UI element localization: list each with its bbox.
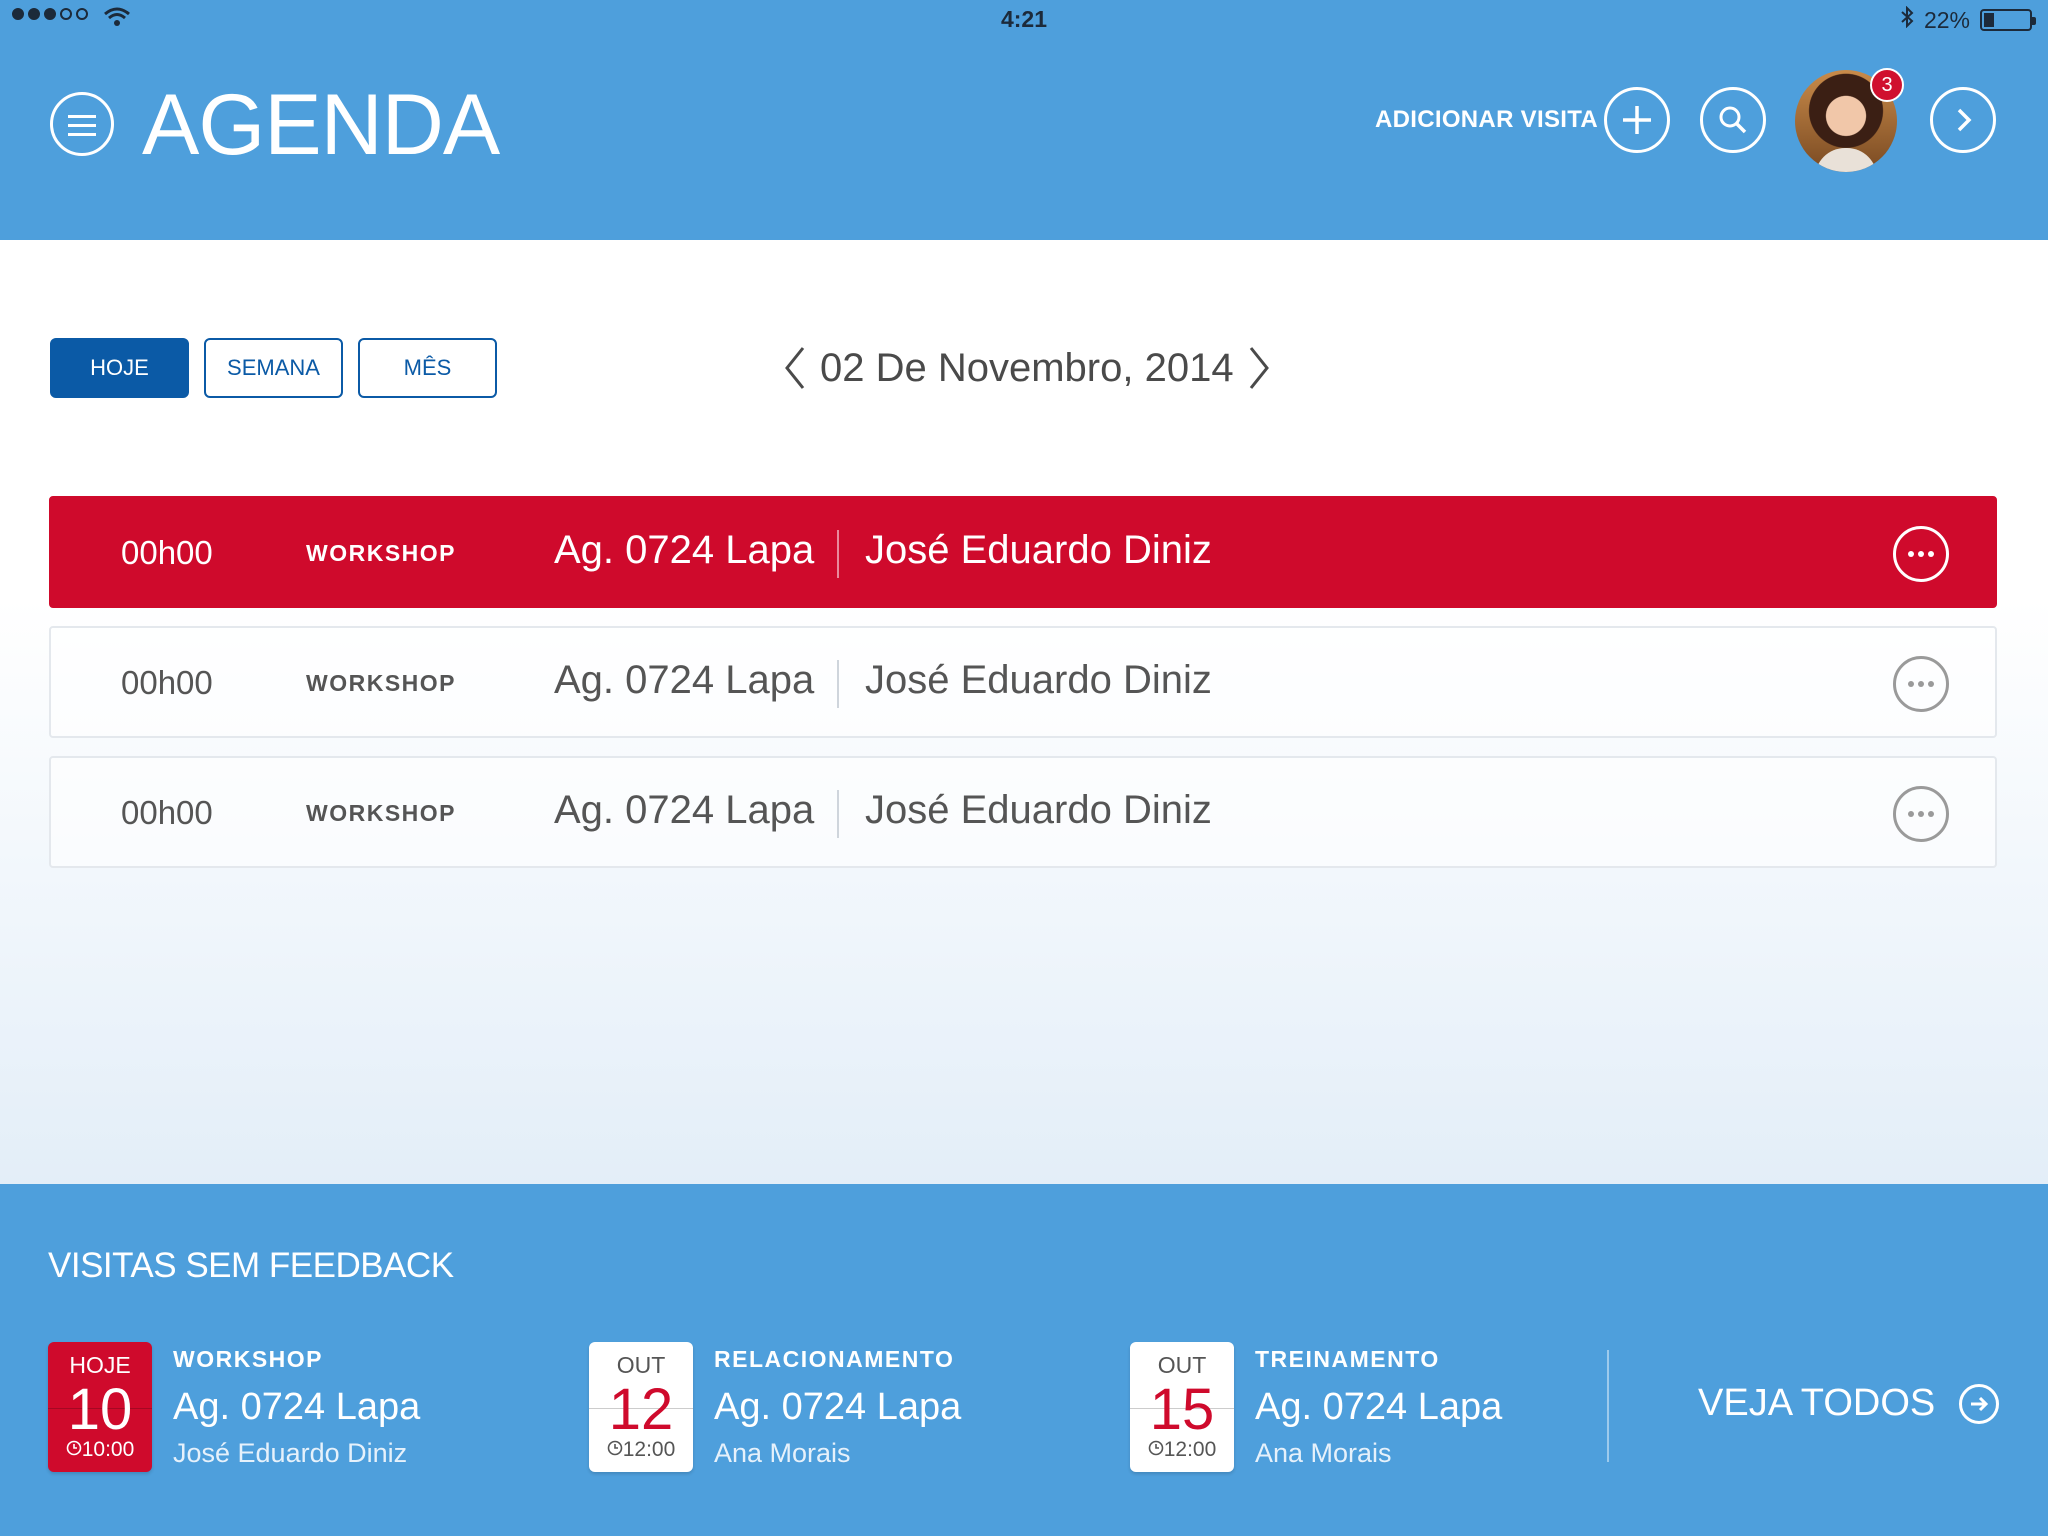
calendar-badge: HOJE 10 10:00: [48, 1342, 152, 1472]
appointment-time: 00h00: [121, 794, 213, 831]
calendar-hour: 12:00: [1130, 1438, 1234, 1462]
appointment-person: José Eduardo Diniz: [865, 528, 1212, 572]
appointment-row[interactable]: 00h00 WORKSHOP Ag. 0724 Lapa José Eduard…: [49, 626, 1997, 738]
next-button[interactable]: [1930, 87, 1996, 153]
appointment-type: WORKSHOP: [306, 800, 456, 826]
previous-date-button[interactable]: [780, 343, 810, 393]
feedback-agency: Ag. 0724 Lapa: [1255, 1386, 1503, 1428]
divider: [837, 790, 839, 838]
appointment-row[interactable]: 00h00 WORKSHOP Ag. 0724 Lapa José Eduard…: [49, 496, 1997, 608]
appointment-person: José Eduardo Diniz: [865, 658, 1212, 702]
feedback-type: RELACIONAMENTO: [714, 1346, 955, 1372]
feedback-type: WORKSHOP: [173, 1346, 323, 1372]
feedback-item[interactable]: OUT 12 12:00 RELACIONAMENTO Ag. 0724 Lap…: [589, 1342, 1109, 1482]
feedback-agency: Ag. 0724 Lapa: [173, 1386, 421, 1428]
notification-badge: 3: [1870, 68, 1904, 102]
feedback-person: Ana Morais: [1255, 1438, 1392, 1468]
status-time: 4:21: [1000, 6, 1048, 32]
next-date-button[interactable]: [1244, 343, 1274, 393]
more-icon: [1908, 681, 1914, 687]
divider: [837, 660, 839, 708]
more-icon: [1908, 811, 1914, 817]
appointment-type: WORKSHOP: [306, 540, 456, 566]
chevron-left-icon: [785, 347, 805, 389]
more-icon: [1908, 551, 1914, 557]
current-date: 02 De Novembro, 2014: [820, 345, 1234, 390]
arrow-circle-right-icon: [1959, 1383, 2000, 1424]
tab-hoje[interactable]: HOJE: [50, 338, 189, 398]
page-title: AGENDA: [142, 77, 500, 173]
appointment-person: José Eduardo Diniz: [865, 788, 1212, 832]
tab-mes[interactable]: MÊS: [358, 338, 497, 398]
see-all-label: VEJA TODOS: [1698, 1382, 1936, 1424]
view-tabs: HOJE SEMANA MÊS: [50, 338, 497, 398]
appointment-time: 00h00: [121, 534, 213, 571]
add-visit-label[interactable]: ADICIONAR VISITA: [1375, 106, 1598, 134]
tab-semana[interactable]: SEMANA: [204, 338, 343, 398]
battery-percent: 22%: [1923, 6, 1970, 33]
search-button[interactable]: [1700, 87, 1766, 153]
more-options-button[interactable]: [1893, 526, 1949, 582]
divider: [837, 530, 839, 578]
date-navigator: 02 De Novembro, 2014: [780, 338, 1274, 398]
feedback-person: José Eduardo Diniz: [173, 1438, 408, 1468]
add-visit-button[interactable]: [1604, 87, 1670, 153]
search-icon: [1719, 106, 1747, 134]
status-bar: 4:21 22%: [0, 0, 2048, 40]
clock-icon: [1148, 1440, 1164, 1456]
clock-icon: [66, 1440, 82, 1456]
feedback-item[interactable]: HOJE 10 10:00 WORKSHOP Ag. 0724 Lapa Jos…: [48, 1342, 568, 1482]
calendar-day: 15: [1149, 1377, 1215, 1442]
appointment-agency: Ag. 0724 Lapa: [554, 658, 815, 702]
clock-icon: [607, 1440, 623, 1456]
calendar-day: 10: [67, 1377, 133, 1442]
calendar-day: 12: [608, 1377, 674, 1442]
calendar-hour: 10:00: [48, 1438, 152, 1462]
calendar-month: HOJE: [69, 1352, 131, 1378]
appointment-time: 00h00: [121, 664, 213, 701]
feedback-type: TREINAMENTO: [1255, 1346, 1440, 1372]
chevron-right-icon: [1249, 347, 1269, 389]
battery-icon: [1980, 9, 2036, 31]
feedback-panel: VISITAS SEM FEEDBACK HOJE 10 10:00 WORKS…: [0, 1184, 2048, 1536]
feedback-agency: Ag. 0724 Lapa: [714, 1386, 962, 1428]
see-all-button[interactable]: VEJA TODOS: [1698, 1382, 2000, 1425]
plus-icon: [1623, 106, 1651, 134]
more-options-button[interactable]: [1893, 656, 1949, 712]
agenda-main: HOJE SEMANA MÊS 02 De Novembro, 2014 00h…: [0, 240, 2048, 1184]
calendar-month: OUT: [616, 1352, 666, 1378]
app-header: 4:21 22% AGENDA ADICIONAR VISITA 3: [0, 0, 2048, 240]
feedback-item[interactable]: OUT 15 12:00 TREINAMENTO Ag. 0724 Lapa A…: [1130, 1342, 1650, 1482]
chevron-right-icon: [1957, 108, 1972, 132]
divider: [1607, 1350, 1609, 1462]
appointment-type: WORKSHOP: [306, 670, 456, 696]
feedback-title: VISITAS SEM FEEDBACK: [48, 1246, 454, 1285]
more-options-button[interactable]: [1893, 786, 1949, 842]
appointment-row[interactable]: 00h00 WORKSHOP Ag. 0724 Lapa José Eduard…: [49, 756, 1997, 868]
menu-icon: [68, 115, 96, 118]
calendar-badge: OUT 15 12:00: [1130, 1342, 1234, 1472]
feedback-person: Ana Morais: [714, 1438, 851, 1468]
calendar-month: OUT: [1157, 1352, 1207, 1378]
appointment-agency: Ag. 0724 Lapa: [554, 788, 815, 832]
calendar-badge: OUT 12 12:00: [589, 1342, 693, 1472]
appointment-agency: Ag. 0724 Lapa: [554, 528, 815, 572]
calendar-hour: 12:00: [589, 1438, 693, 1462]
bluetooth-icon: [1900, 5, 1914, 34]
menu-button[interactable]: [50, 92, 114, 156]
